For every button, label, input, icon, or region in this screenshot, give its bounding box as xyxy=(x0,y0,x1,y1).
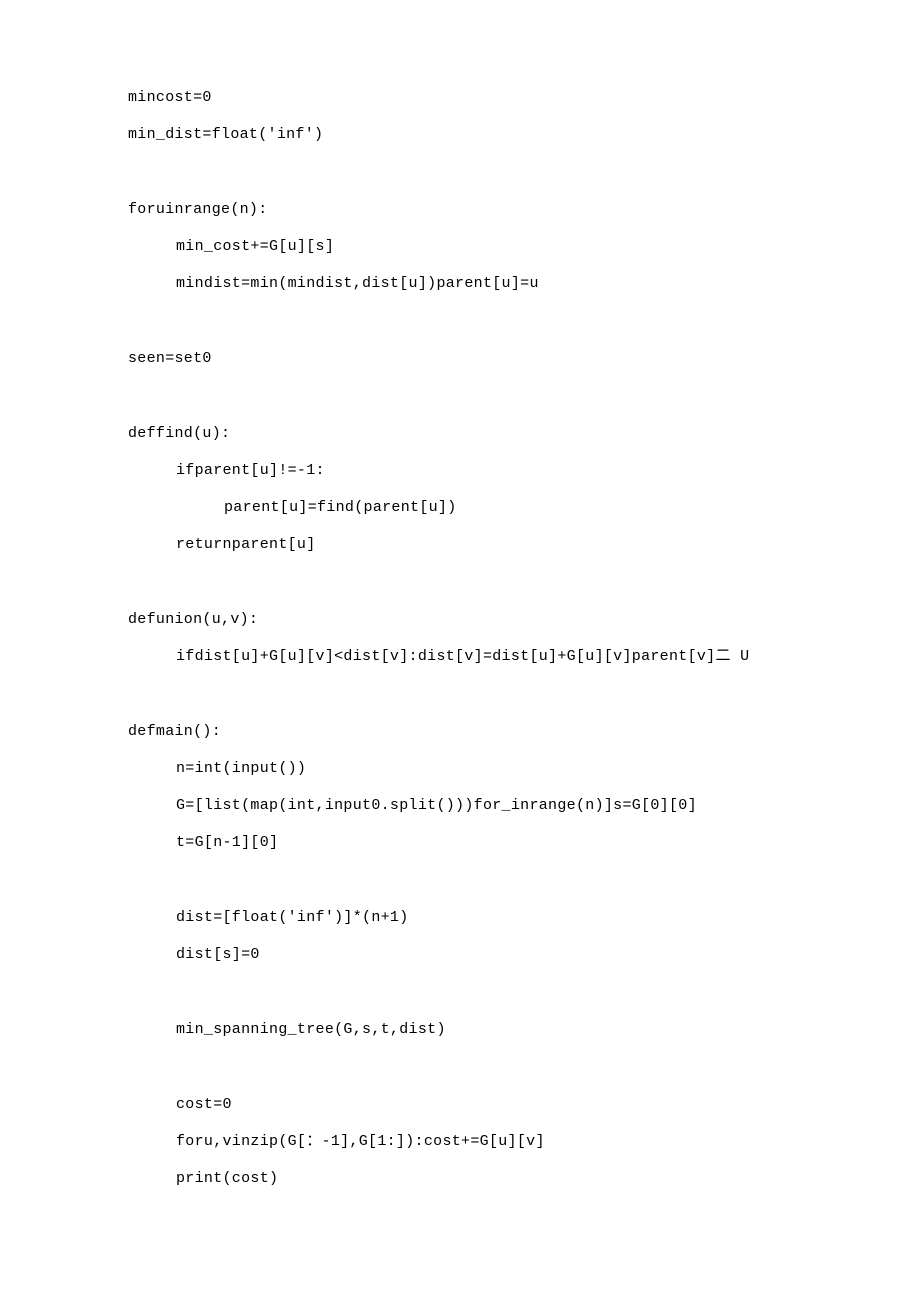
code-line: cost=0 xyxy=(128,1097,920,1112)
blank-line xyxy=(128,984,920,1006)
code-line: ifparent[u]!=-1: xyxy=(128,463,920,478)
blank-line xyxy=(128,872,920,894)
code-document: mincost=0 min_dist=float('inf') foruinra… xyxy=(0,0,920,1186)
code-line: defmain(): xyxy=(128,724,920,739)
code-line: defunion(u,v): xyxy=(128,612,920,627)
code-line: mincost=0 xyxy=(128,90,920,105)
blank-line xyxy=(128,313,920,335)
code-line: G=[list(map(int,input0.split()))for_inra… xyxy=(128,798,920,813)
code-line: dist[s]=0 xyxy=(128,947,920,962)
code-line: returnparent[u] xyxy=(128,537,920,552)
blank-line xyxy=(128,388,920,410)
code-line: t=G[n-1][0] xyxy=(128,835,920,850)
code-line: parent[u]=find(parent[u]) xyxy=(128,500,920,515)
blank-line xyxy=(128,1059,920,1081)
code-line: foru,vinzip(G[：-1],G[1:]):cost+=G[u][v] xyxy=(128,1134,920,1149)
blank-line xyxy=(128,686,920,708)
code-line: mindist=min(mindist,dist[u])parent[u]=u xyxy=(128,276,920,291)
code-line: dist=[float('inf')]*(n+1) xyxy=(128,910,920,925)
blank-line xyxy=(128,574,920,596)
blank-line xyxy=(128,164,920,186)
code-line: min_cost+=G[u][s] xyxy=(128,239,920,254)
code-line: foruinrange(n): xyxy=(128,202,920,217)
code-line: min_spanning_tree(G,s,t,dist) xyxy=(128,1022,920,1037)
code-line: n=int(input()) xyxy=(128,761,920,776)
code-line: print(cost) xyxy=(128,1171,920,1186)
code-line: min_dist=float('inf') xyxy=(128,127,920,142)
code-line: deffind(u): xyxy=(128,426,920,441)
code-line: seen=set0 xyxy=(128,351,920,366)
code-line: ifdist[u]+G[u][v]<dist[v]:dist[v]=dist[u… xyxy=(128,649,920,664)
